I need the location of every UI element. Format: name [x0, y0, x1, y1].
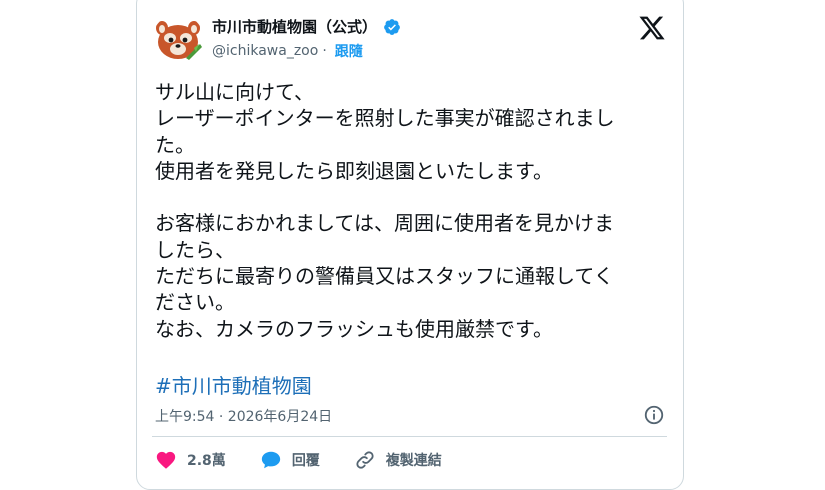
timestamp[interactable]: 上午9:54 · 2026年6月24日 — [155, 406, 332, 426]
hashtag-link[interactable]: #市川市動植物園 — [155, 370, 312, 399]
follow-button[interactable]: 跟隨 — [335, 41, 363, 61]
copy-link-button[interactable]: 複製連結 — [354, 449, 442, 471]
display-name[interactable]: 市川市動植物園（公式） — [212, 16, 377, 37]
link-icon — [356, 451, 374, 469]
x-logo-icon[interactable] — [638, 14, 666, 42]
handle[interactable]: @ichikawa_zoo — [212, 43, 318, 59]
reply-label: 回覆 — [291, 453, 320, 469]
reply-button[interactable]: 回覆 — [260, 449, 320, 471]
separator: · — [322, 43, 327, 59]
verified-badge-icon — [384, 18, 400, 35]
reply-bubble-icon — [261, 451, 280, 469]
action-bar: 2.8萬 回覆 複製連結 — [155, 449, 442, 471]
divider — [152, 436, 667, 437]
like-count: 2.8萬 — [187, 453, 226, 469]
red-panda-avatar — [152, 14, 204, 66]
like-button[interactable]: 2.8萬 — [155, 449, 226, 471]
copy-link-label: 複製連結 — [385, 453, 442, 469]
tweet-text: サル山に向けて、 レーザーポインターを照射した事実が確認されまし た。 使用者を… — [155, 80, 615, 341]
info-icon[interactable] — [643, 404, 665, 426]
handle-row: @ichikawa_zoo · 跟隨 — [212, 41, 363, 61]
heart-icon — [156, 451, 176, 469]
account-name-row: 市川市動植物園（公式） — [212, 16, 401, 37]
avatar[interactable] — [152, 14, 204, 66]
